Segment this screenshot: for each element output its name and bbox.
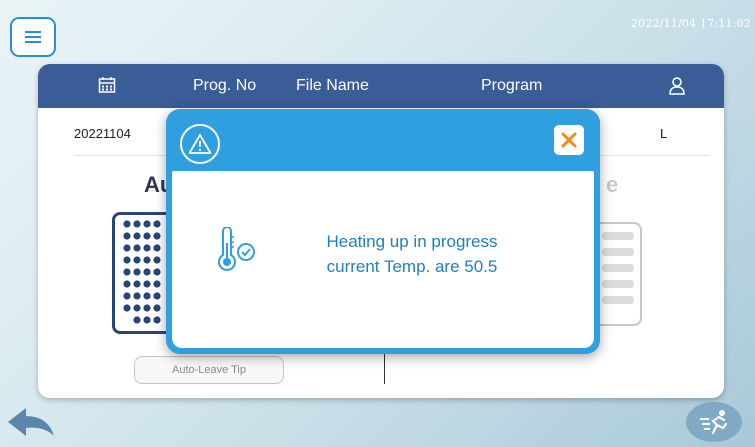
menu-icon [25,31,41,43]
menu-button[interactable] [10,17,56,57]
warning-icon [188,134,212,154]
message-line-2: current Temp. are 50.5 [326,257,498,276]
close-icon [561,132,577,148]
dialog-header [172,115,594,171]
warning-badge [180,124,220,164]
auto-leave-tip-button[interactable]: Auto-Leave Tip [134,356,284,384]
thermometer-check-icon [218,227,255,271]
run-button[interactable] [686,402,742,442]
calendar-icon [98,77,116,93]
row-date: 20221104 [74,126,131,141]
mode-title-right: e [606,172,619,197]
dialog-close-button[interactable] [554,125,584,155]
run-icon [700,410,728,435]
dialog-message: Heating up in progress current Temp. are… [312,229,512,279]
row-user: L [660,126,668,141]
user-icon [669,77,685,95]
column-prog-no[interactable]: Prog. No [193,77,256,95]
heating-dialog: Heating up in progress current Temp. are… [166,109,600,354]
back-button[interactable] [6,404,58,444]
datetime: 2022/11/04 17:11:02 [630,17,751,30]
column-program[interactable]: Program [481,77,542,95]
back-arrow-icon [8,408,54,436]
dialog-body: Heating up in progress current Temp. are… [172,171,594,348]
table-header: Prog. No File Name Program [38,64,724,108]
message-line-1: Heating up in progress [326,232,498,251]
column-file-name[interactable]: File Name [296,77,369,95]
